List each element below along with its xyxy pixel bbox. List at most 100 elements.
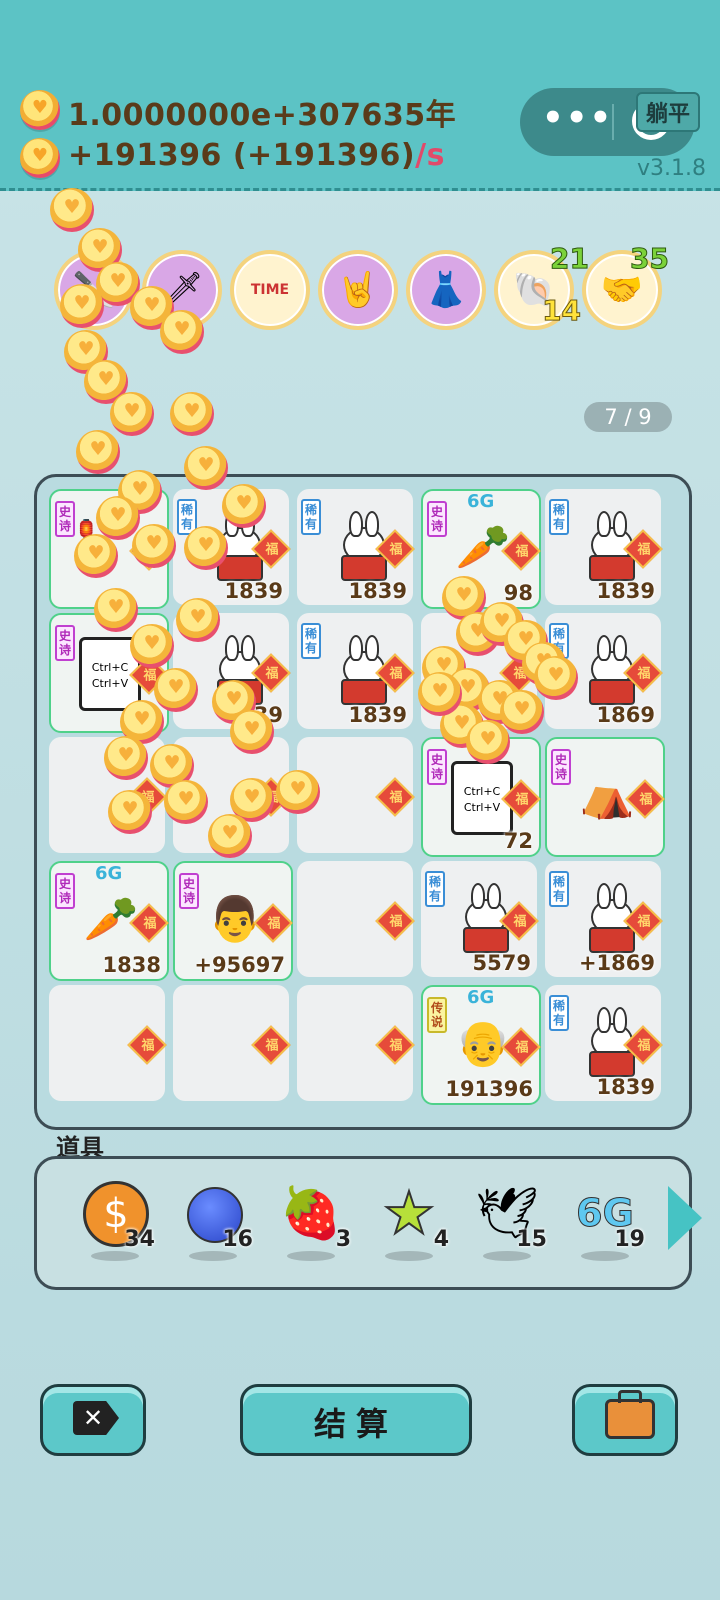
item-shadow [287, 1251, 335, 1261]
flying-coin-icon [74, 534, 118, 578]
rarity-tag: 稀有 [301, 623, 321, 659]
strawberry-icon: 🍓 [279, 1184, 343, 1242]
board-cell[interactable]: 稀有福 1839 [297, 613, 415, 729]
item-slot[interactable]: 16 [173, 1181, 253, 1271]
fu-label: 福 [637, 542, 651, 558]
item-count: 15 [516, 1227, 547, 1252]
board-cell[interactable]: 福 [297, 985, 415, 1101]
cell-value: 5579 [472, 951, 531, 975]
flying-coin-icon [466, 720, 510, 764]
ctrl-v-text: Ctrl+V [91, 677, 129, 690]
fu-label: 福 [513, 914, 527, 930]
flying-coin-icon [208, 814, 252, 858]
flying-coin-icon [534, 656, 578, 700]
item-slot[interactable]: ★ 4 [369, 1180, 449, 1271]
flying-coin-icon [176, 598, 220, 642]
rarity-tag: 史诗 [551, 749, 571, 785]
rarity-tag: 史诗 [427, 749, 447, 785]
bunny-icon [573, 511, 635, 581]
fu-label: 福 [389, 542, 403, 558]
flying-coin-icon [154, 668, 198, 712]
item-count: 3 [335, 1227, 351, 1252]
bunny-icon [325, 635, 387, 705]
board-cell[interactable]: 福 [297, 861, 415, 977]
item-shadow [385, 1251, 433, 1261]
board-cell[interactable]: 福 [173, 985, 291, 1101]
items-panel: $34 16 🍓 3 ★ 4 🕊 15 6G 19 [34, 1156, 692, 1290]
bunny-icon [573, 1007, 635, 1077]
crown-6g-label: 6G [95, 863, 123, 884]
fu-label: 福 [637, 1038, 651, 1054]
coin-icon [20, 138, 60, 178]
item-slot[interactable]: 🕊 15 [467, 1181, 547, 1271]
time-magazine-icon[interactable]: TIME [230, 250, 310, 330]
fu-icon: 福 [375, 777, 415, 817]
fu-label: 福 [515, 544, 529, 560]
crown-6g-label: 6G [467, 987, 495, 1008]
cell-value: 72 [503, 829, 533, 853]
close-button[interactable]: ✕ [40, 1384, 146, 1456]
ctrl-v-text: Ctrl+V [463, 801, 501, 814]
fu-label: 福 [143, 916, 157, 932]
fu-label: 福 [389, 914, 403, 930]
fu-label: 福 [265, 542, 279, 558]
bunny-icon [573, 883, 635, 953]
item-slot[interactable]: 6G 19 [565, 1181, 645, 1271]
fu-label: 福 [141, 1038, 155, 1054]
income-rate: +191396 (+191396)/s [68, 138, 445, 173]
board-cell[interactable]: 稀有福 1839 [545, 489, 663, 605]
flying-coin-icon [50, 188, 94, 232]
crown-6g-label: 6G [467, 491, 495, 512]
item-count: 34 [124, 1227, 155, 1252]
rarity-tag: 稀有 [549, 871, 569, 907]
board-cell[interactable]: 稀有福 5579 [421, 861, 539, 977]
flying-coin-icon [276, 770, 320, 814]
income-suffix: /s [415, 138, 445, 173]
item-shadow [189, 1251, 237, 1261]
mode-button[interactable]: 躺平 [636, 92, 701, 132]
handshake-top-count: 35 [630, 242, 670, 276]
board-cell[interactable]: 史诗 ⛺ 福 [545, 737, 665, 857]
item-slot[interactable]: 🍓 3 [271, 1181, 351, 1271]
rarity-tag: 稀有 [301, 499, 321, 535]
cell-value: 98 [503, 581, 533, 605]
board-cell[interactable]: 稀有福 +1869 [545, 861, 663, 977]
board-cell[interactable]: 稀有福 1839 [545, 985, 663, 1101]
cell-value: 1839 [348, 703, 407, 727]
cell-value: +1869 [578, 951, 655, 975]
fu-label: 福 [637, 914, 651, 930]
board-cell[interactable]: 稀有福 1839 [297, 489, 415, 605]
item-count: 19 [614, 1227, 645, 1252]
item-shadow [483, 1251, 531, 1261]
cell-value: 1839 [348, 579, 407, 603]
item-slot[interactable]: $34 [75, 1181, 155, 1271]
flying-coin-icon [110, 392, 154, 436]
flying-coin-icon [222, 484, 266, 528]
rock-hand-icon[interactable]: 🤘 [318, 250, 398, 330]
fu-label: 福 [515, 792, 529, 808]
fu-label: 福 [389, 666, 403, 682]
flying-coin-icon [170, 392, 214, 436]
version-label: v3.1.8 [637, 156, 706, 181]
board-cell[interactable]: 福 [49, 985, 167, 1101]
bunny-icon [325, 511, 387, 581]
fu-icon: 福 [127, 1025, 167, 1065]
briefcase-icon [605, 1390, 655, 1439]
ctrl-c-text: Ctrl+C [91, 661, 129, 674]
board-cell[interactable]: 传说 👴 6G 福 191396 [421, 985, 541, 1105]
fu-label: 福 [639, 792, 653, 808]
cell-value: +95697 [194, 953, 285, 977]
skirt-icon[interactable]: 👗 [406, 250, 486, 330]
more-menu-button[interactable]: ••• [542, 98, 613, 138]
bunny-icon [447, 883, 509, 953]
board-cell[interactable]: 史诗 👨 福 +95697 [173, 861, 293, 981]
flying-coin-icon [60, 284, 104, 328]
fu-icon: 福 [375, 901, 415, 941]
income-text: +191396 (+191396) [68, 138, 416, 173]
board-cell[interactable]: 史诗 🥕 6G 福 1838 [49, 861, 169, 981]
next-arrow-button[interactable] [668, 1186, 702, 1250]
settle-button[interactable]: 结算 [240, 1384, 472, 1456]
rarity-tag: 史诗 [179, 873, 199, 909]
total-coins: 1.0000000e+307635年 [68, 98, 457, 133]
bag-button[interactable] [572, 1384, 678, 1456]
